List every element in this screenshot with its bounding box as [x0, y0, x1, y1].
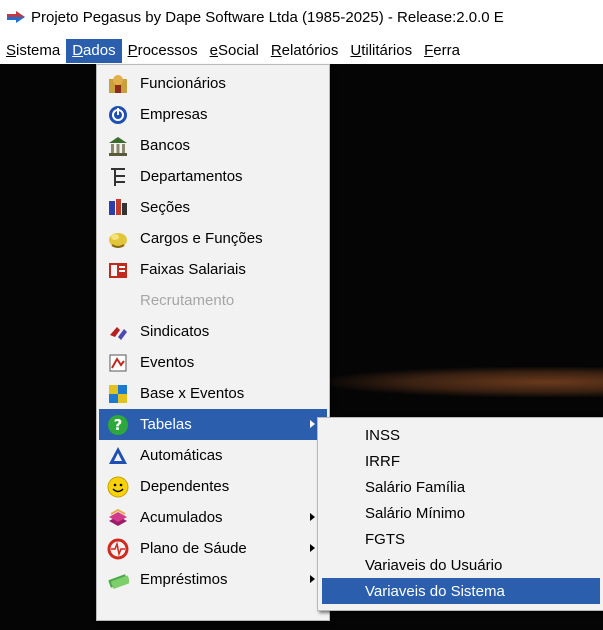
- menu-item-label: Recrutamento: [140, 292, 235, 309]
- submenu-item-label: Variaveis do Usuário: [365, 556, 503, 574]
- menu-item-label: Acumulados: [140, 509, 223, 526]
- submenu-item-irrf[interactable]: IRRF: [322, 448, 600, 474]
- roles-icon: [107, 228, 129, 250]
- menu-item-label: Cargos e Funções: [140, 230, 263, 247]
- menu-item-label: Automáticas: [140, 447, 223, 464]
- submenu-item-inss[interactable]: INSS: [322, 422, 600, 448]
- base-events-icon: [107, 383, 129, 405]
- submenu-arrow-icon: [310, 575, 315, 583]
- tabelas-submenu: INSS IRRF Salário Família Salário Mínimo…: [317, 417, 603, 611]
- menu-dados[interactable]: Dados: [66, 39, 122, 63]
- blank-icon: [107, 290, 129, 312]
- accumulated-icon: [107, 507, 129, 529]
- menu-item-label: Dependentes: [140, 478, 230, 495]
- menu-relatorios[interactable]: Relatórios: [265, 39, 345, 63]
- menu-item-cargos[interactable]: Cargos e Funções: [99, 223, 327, 254]
- background-streak: [330, 367, 603, 397]
- menu-bar: Sistema Dados Processos eSocial Relatóri…: [0, 38, 603, 64]
- sections-icon: [107, 197, 129, 219]
- menu-item-acumulados[interactable]: Acumulados: [99, 502, 327, 533]
- salary-range-icon: [107, 259, 129, 281]
- menu-item-label: Base x Eventos: [140, 385, 245, 402]
- menu-item-eventos[interactable]: Eventos: [99, 347, 327, 378]
- menu-item-label: Sindicatos: [140, 323, 210, 340]
- menu-processos[interactable]: Processos: [122, 39, 204, 63]
- menu-label: elatórios: [281, 42, 339, 59]
- smiley-icon: [107, 476, 129, 498]
- power-icon: [107, 104, 129, 126]
- menu-item-funcionarios[interactable]: Funcionários: [99, 68, 327, 99]
- menu-item-plano-saude[interactable]: Plano de Sáude: [99, 533, 327, 564]
- events-icon: [107, 352, 129, 374]
- menu-item-label: Seções: [140, 199, 191, 216]
- help-icon: ?: [107, 414, 129, 436]
- submenu-arrow-icon: [310, 420, 315, 428]
- menu-label: rocessos: [137, 42, 198, 59]
- employee-icon: [107, 73, 129, 95]
- loan-icon: [107, 569, 129, 591]
- menu-item-label: Funcionários: [140, 75, 226, 92]
- submenu-arrow-icon: [310, 544, 315, 552]
- submenu-item-variaveis-sistema[interactable]: Variaveis do Sistema: [322, 578, 600, 604]
- submenu-item-variaveis-usuario[interactable]: Variaveis do Usuário: [322, 552, 600, 578]
- submenu-arrow-icon: [310, 513, 315, 521]
- union-icon: [107, 321, 129, 343]
- menu-item-label: Bancos: [140, 137, 191, 154]
- menu-label: Social: [217, 42, 259, 59]
- automatic-icon: [107, 445, 129, 467]
- submenu-item-label: Variaveis do Sistema: [365, 582, 505, 600]
- menu-item-recrutamento: Recrutamento: [99, 285, 327, 316]
- svg-text:?: ?: [114, 416, 123, 434]
- menu-item-departamentos[interactable]: Departamentos: [99, 161, 327, 192]
- menu-item-sindicatos[interactable]: Sindicatos: [99, 316, 327, 347]
- menu-item-bancos[interactable]: Bancos: [99, 130, 327, 161]
- org-chart-icon: [107, 166, 129, 188]
- title-bar: Projeto Pegasus by Dape Software Ltda (1…: [0, 0, 603, 34]
- app-arrow-icon: [7, 11, 25, 23]
- menu-item-label: Plano de Sáude: [140, 540, 247, 557]
- submenu-item-label: Salário Mínimo: [365, 504, 466, 522]
- health-plan-icon: [107, 538, 129, 560]
- menu-item-label: Eventos: [140, 354, 195, 371]
- bank-icon: [107, 135, 129, 157]
- menu-label: erra: [433, 42, 460, 59]
- submenu-item-label: FGTS: [365, 530, 405, 548]
- menu-item-secoes[interactable]: Seções: [99, 192, 327, 223]
- submenu-item-label: INSS: [365, 426, 401, 444]
- window-title: Projeto Pegasus by Dape Software Ltda (1…: [31, 8, 504, 26]
- menu-item-label: Empresas: [140, 106, 208, 123]
- menu-esocial[interactable]: eSocial: [204, 39, 265, 63]
- menu-item-emprestimos[interactable]: Empréstimos: [99, 564, 327, 595]
- menu-item-label: Faixas Salariais: [140, 261, 246, 278]
- submenu-item-salario-minimo[interactable]: Salário Mínimo: [322, 500, 600, 526]
- submenu-item-salario-familia[interactable]: Salário Família: [322, 474, 600, 500]
- menu-item-empresas[interactable]: Empresas: [99, 99, 327, 130]
- submenu-item-label: IRRF: [365, 452, 400, 470]
- menu-item-tabelas[interactable]: ? Tabelas: [99, 409, 327, 440]
- menu-label: istema: [16, 42, 61, 59]
- menu-utilitarios[interactable]: Utilitários: [344, 39, 418, 63]
- menu-item-label: Empréstimos: [140, 571, 228, 588]
- menu-ferramentas[interactable]: Ferra: [418, 39, 466, 63]
- menu-item-automaticas[interactable]: Automáticas: [99, 440, 327, 471]
- menu-label: tilitários: [361, 42, 413, 59]
- dados-dropdown-menu: Funcionários Empresas Bancos Departament…: [96, 64, 330, 621]
- menu-item-label: Tabelas: [140, 416, 192, 433]
- menu-label: ados: [83, 42, 116, 59]
- menu-item-faixas[interactable]: Faixas Salariais: [99, 254, 327, 285]
- menu-sistema[interactable]: Sistema: [0, 39, 66, 63]
- menu-item-base-eventos[interactable]: Base x Eventos: [99, 378, 327, 409]
- submenu-item-label: Salário Família: [365, 478, 466, 496]
- submenu-item-fgts[interactable]: FGTS: [322, 526, 600, 552]
- menu-item-label: Departamentos: [140, 168, 243, 185]
- menu-item-dependentes[interactable]: Dependentes: [99, 471, 327, 502]
